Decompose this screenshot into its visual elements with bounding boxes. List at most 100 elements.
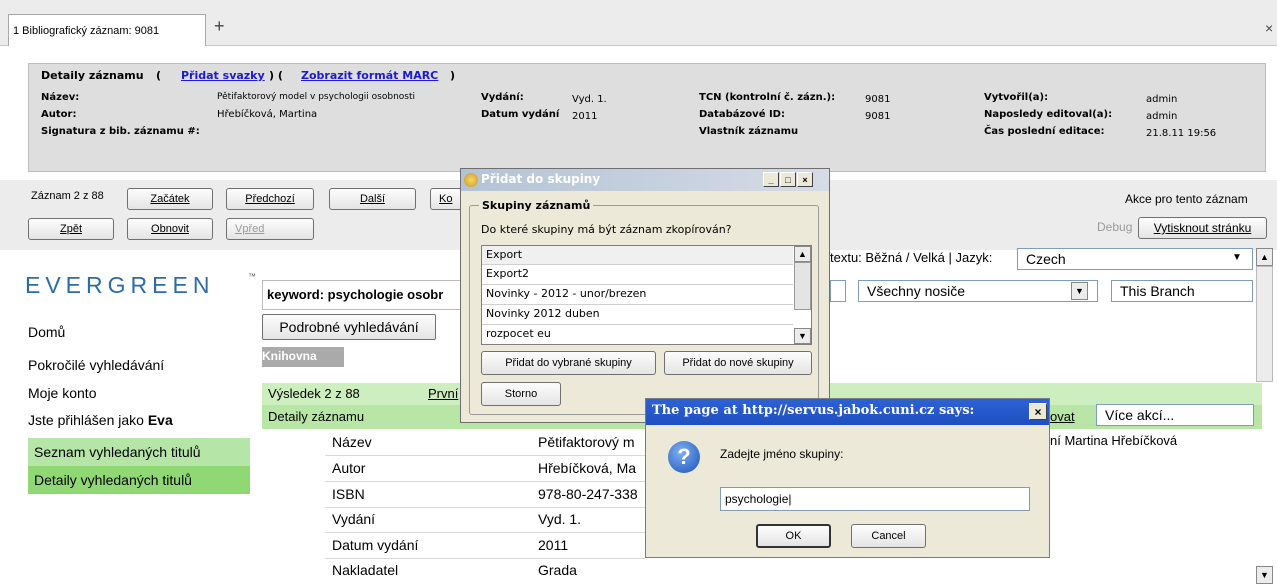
editor-value: admin (1146, 111, 1178, 122)
first-record-button[interactable]: Začátek (127, 188, 213, 210)
search-input[interactable]: keyword: psychologie osobr (262, 280, 467, 310)
language-select[interactable]: Czech (1017, 248, 1253, 270)
table-row-label: Název (332, 434, 372, 450)
ok-button[interactable]: OK (756, 524, 831, 548)
table-row-label: Autor (332, 460, 366, 476)
table-row-label: Vydání (332, 511, 376, 527)
add-volumes-link[interactable]: Přidat svazky (181, 69, 265, 82)
sidebar-item-result-details[interactable]: Detaily vyhledaných titulů (28, 466, 250, 494)
add-to-selected-bucket-button[interactable]: Přidat do vybrané skupiny (481, 351, 656, 375)
list-scroll-up-icon[interactable]: ▲ (794, 246, 811, 262)
back-button[interactable]: Zpět (28, 218, 114, 240)
title-value: Pětifaktorový model v psychologii osobno… (217, 92, 416, 102)
list-item[interactable]: Novinky - 2012 - unor/brezen (486, 287, 646, 300)
paren-sep: ) ( (269, 69, 283, 82)
close-icon[interactable]: × (797, 172, 813, 187)
list-item[interactable]: Novinky 2012 duben (486, 307, 600, 320)
list-divider (482, 284, 793, 285)
format-dropdown-icon[interactable]: ▼ (1071, 282, 1088, 300)
cancel-button[interactable]: Storno (481, 382, 561, 406)
previous-record-button[interactable]: Předchozí (226, 188, 314, 210)
edit-time-label: Čas poslední editace: (984, 126, 1105, 137)
debug-label[interactable]: Debug (1097, 220, 1132, 234)
list-item[interactable]: Export2 (486, 267, 529, 280)
tcn-value: 9081 (865, 94, 891, 105)
row-divider (325, 507, 645, 508)
minimize-icon[interactable]: _ (763, 172, 779, 187)
text-size-language[interactable]: textu: Běžná / Velká | Jazyk: (830, 250, 992, 265)
table-row-label: Datum vydání (332, 537, 419, 553)
show-marc-link[interactable]: Zobrazit formát MARC (301, 69, 438, 82)
table-row-value: Vyd. 1. (538, 511, 582, 527)
forward-button[interactable]: Vpřed (226, 218, 314, 240)
details-header: Detaily záznamu (268, 409, 365, 424)
refresh-button[interactable]: Obnovit (127, 218, 213, 240)
add-to-new-bucket-button[interactable]: Přidat do nové skupiny (664, 351, 812, 375)
ovat-link[interactable]: ovat (1050, 409, 1075, 424)
advanced-search-button[interactable]: Podrobné vyhledávání (262, 314, 436, 340)
branch-select[interactable]: This Branch (1111, 280, 1253, 302)
row-divider (325, 455, 645, 456)
prompt-cancel-button[interactable]: Cancel (851, 524, 926, 548)
pubdate-value: 2011 (572, 111, 598, 122)
sidebar-item-search-results[interactable]: Seznam vyhledaných titulů (28, 438, 250, 466)
group-name-value: psychologie (725, 492, 789, 506)
maximize-icon[interactable]: □ (780, 172, 796, 187)
prompt-titlebar[interactable]: The page at http://servus.jabok.cuni.cz … (646, 399, 1049, 425)
scroll-down-icon[interactable]: ▼ (1256, 566, 1273, 584)
next-record-button[interactable]: Další (329, 188, 416, 210)
branch-value: This Branch (1120, 283, 1195, 299)
prompt-message: Zadejte jméno skupiny: (720, 447, 844, 461)
back-label: Zpět (59, 223, 82, 235)
dbid-value: 9081 (865, 111, 891, 122)
scroll-up-icon[interactable]: ▲ (1256, 248, 1273, 266)
owner-label: Vlastník záznamu (699, 126, 799, 137)
print-page-button[interactable]: Vytisknout stránku (1138, 217, 1267, 239)
list-item[interactable]: Export (486, 248, 522, 261)
group-name-input[interactable]: psychologie| (720, 487, 1030, 511)
scope-select[interactable] (830, 280, 846, 302)
pubdate-label: Datum vydání (481, 109, 560, 120)
first-record-label: Začátek (150, 193, 190, 205)
list-scrollbar-thumb[interactable] (794, 262, 811, 310)
bucket-list[interactable]: Export Export2 Novinky - 2012 - unor/bre… (481, 245, 812, 345)
record-actions-menu[interactable]: Akce pro tento záznam (1125, 192, 1248, 206)
print-page-label: Vytisknout stránku (1153, 221, 1252, 235)
record-summary-panel: Detaily záznamu ( Přidat svazky ) ( Zobr… (28, 63, 1266, 172)
table-row-value: Pětifaktorový m (538, 434, 635, 450)
table-row-value: Grada (538, 562, 577, 578)
sidebar-item-advanced-search[interactable]: Pokročilé vyhledávání (28, 357, 164, 373)
more-actions-select[interactable]: Více akcí... (1096, 404, 1254, 426)
close-tab-icon[interactable]: × (1265, 20, 1273, 36)
list-item[interactable]: rozpocet eu (486, 327, 551, 340)
table-row-value: 978-80-247-338 (538, 486, 638, 502)
language-value: Czech (1026, 251, 1066, 267)
record-details-title: Detaily záznamu (41, 69, 144, 82)
first-result-link[interactable]: První (428, 386, 458, 401)
logo-trademark: ™ (248, 272, 256, 281)
sidebar-item-my-account[interactable]: Moje konto (28, 385, 96, 401)
new-tab-icon[interactable]: + (214, 16, 225, 37)
list-divider (482, 264, 793, 265)
app-icon (464, 173, 478, 187)
prompt-close-icon[interactable]: × (1029, 403, 1047, 420)
refresh-label: Obnovit (151, 223, 189, 235)
dbid-label: Databázové ID: (699, 109, 785, 120)
question-icon: ? (668, 441, 700, 473)
row-divider (325, 532, 645, 533)
edition-value: Vyd. 1. (572, 94, 607, 105)
format-select[interactable]: Všechny nosiče (858, 280, 1098, 302)
scrollbar-thumb[interactable] (1256, 266, 1273, 382)
creator-value: admin (1146, 94, 1178, 105)
format-value: Všechny nosiče (867, 283, 966, 299)
list-divider (482, 304, 793, 305)
tab-bib-record[interactable]: 1 Bibliografický záznam: 9081 (8, 14, 206, 46)
author-tail-text: ní Martina Hřebíčková (1050, 433, 1178, 448)
sidebar-item-home[interactable]: Domů (28, 324, 65, 340)
result-counter: Výsledek 2 z 88 (268, 386, 360, 401)
table-row-label: ISBN (332, 486, 365, 502)
list-scroll-down-icon[interactable]: ▼ (794, 328, 811, 344)
add-to-bucket-dialog: Přidat do skupiny _ □ × Skupiny záznamů … (460, 168, 830, 423)
row-divider (325, 481, 645, 482)
language-dropdown-icon[interactable]: ▼ (1232, 252, 1242, 263)
